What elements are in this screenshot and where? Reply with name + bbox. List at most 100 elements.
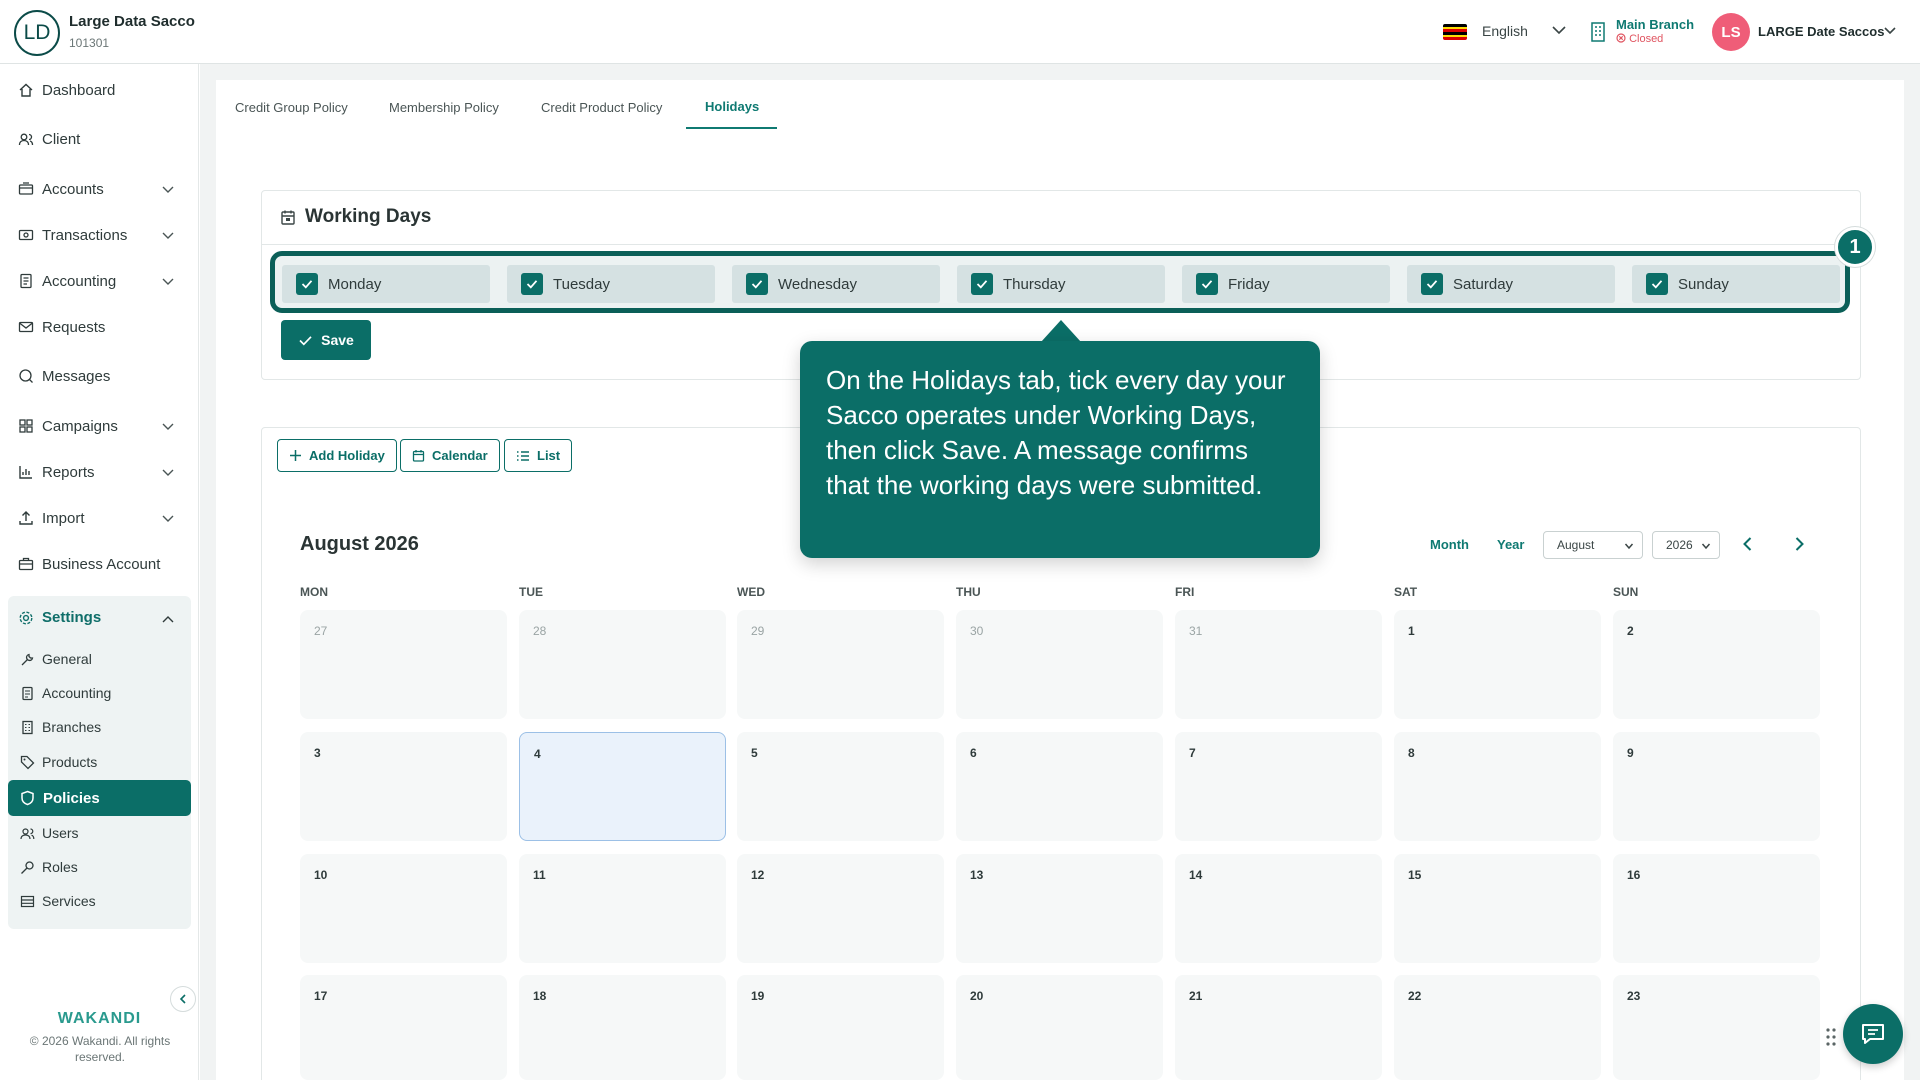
check-icon [299, 335, 312, 346]
add-holiday-label: Add Holiday [309, 448, 385, 463]
calendar-day-cell[interactable]: 8 [1394, 732, 1601, 841]
uganda-flag-icon[interactable] [1443, 24, 1467, 40]
calendar-day-cell[interactable]: 11 [519, 854, 726, 963]
sidebar-item-users[interactable]: Users [20, 823, 79, 843]
sidebar-item-dashboard[interactable]: Dashboard [18, 78, 183, 102]
day-checkbox-sunday[interactable]: Sunday [1632, 265, 1840, 303]
sidebar-item-label: Services [42, 893, 96, 909]
list-view-button[interactable]: List [504, 439, 573, 472]
calendar-day-cell[interactable]: 28 [519, 610, 726, 719]
sidebar-item-settings[interactable]: Settings [18, 609, 183, 626]
day-number: 18 [533, 989, 547, 1003]
calendar-day-cell[interactable]: 9 [1613, 732, 1820, 841]
home-icon [19, 83, 33, 97]
calendar-day-cell[interactable]: 21 [1175, 975, 1382, 1080]
checkbox-checked-icon[interactable] [1421, 273, 1443, 295]
calendar-day-cell[interactable]: 10 [300, 854, 507, 963]
chevron-down-icon [1701, 543, 1711, 550]
calendar-day-cell[interactable]: 12 [737, 854, 944, 963]
sidebar-item-products[interactable]: Products [20, 752, 97, 772]
tab-credit-group-policy[interactable]: Credit Group Policy [235, 100, 348, 115]
calendar-day-cell[interactable]: 13 [956, 854, 1163, 963]
day-checkbox-saturday[interactable]: Saturday [1407, 265, 1615, 303]
previous-month-icon[interactable] [1738, 534, 1758, 554]
calendar-day-cell[interactable]: 22 [1394, 975, 1601, 1080]
day-checkbox-friday[interactable]: Friday [1182, 265, 1390, 303]
tab-credit-product-policy[interactable]: Credit Product Policy [541, 100, 662, 115]
calendar-day-cell[interactable]: 3 [300, 732, 507, 841]
sidebar-item-transactions[interactable]: Transactions [18, 223, 183, 247]
tab-holidays[interactable]: Holidays [705, 99, 759, 114]
users-icon [18, 133, 34, 146]
calendar-day-cell[interactable]: 23 [1613, 975, 1820, 1080]
day-checkbox-thursday[interactable]: Thursday [957, 265, 1165, 303]
sidebar-item-campaigns[interactable]: Campaigns [18, 414, 183, 438]
next-month-icon[interactable] [1789, 534, 1809, 554]
sidebar-item-messages[interactable]: Messages [18, 364, 183, 388]
calendar-view-button[interactable]: Calendar [400, 439, 500, 472]
calendar-day-cell[interactable]: 29 [737, 610, 944, 719]
chevron-down-icon[interactable] [1550, 21, 1568, 39]
day-checkbox-tuesday[interactable]: Tuesday [507, 265, 715, 303]
calendar-day-cell[interactable]: 18 [519, 975, 726, 1080]
sidebar-collapse-button[interactable] [170, 986, 196, 1012]
weekday-header: MON [300, 585, 328, 599]
save-button[interactable]: Save [281, 320, 371, 360]
sidebar-item-settings-accounting[interactable]: Accounting [20, 683, 111, 703]
sidebar-item-import[interactable]: Import [18, 506, 183, 530]
year-select[interactable]: 2026 [1652, 531, 1720, 559]
calendar-day-cell[interactable]: 1 [1394, 610, 1601, 719]
checkbox-checked-icon[interactable] [1646, 273, 1668, 295]
year-view-link[interactable]: Year [1497, 537, 1524, 552]
calendar-day-cell[interactable]: 27 [300, 610, 507, 719]
checkbox-checked-icon[interactable] [521, 273, 543, 295]
tab-membership-policy[interactable]: Membership Policy [389, 100, 499, 115]
sidebar-item-roles[interactable]: Roles [20, 857, 78, 877]
user-avatar[interactable]: LS [1712, 13, 1750, 51]
calendar-day-cell[interactable]: 6 [956, 732, 1163, 841]
sidebar-item-accounting[interactable]: Accounting [18, 269, 183, 293]
checkbox-checked-icon[interactable] [296, 273, 318, 295]
day-checkbox-wednesday[interactable]: Wednesday [732, 265, 940, 303]
day-number: 13 [970, 868, 984, 882]
chevron-down-icon[interactable] [1882, 22, 1898, 38]
wrench-icon [21, 653, 34, 665]
calendar-day-cell[interactable]: 15 [1394, 854, 1601, 963]
calendar-day-cell[interactable]: 20 [956, 975, 1163, 1080]
sidebar-item-requests[interactable]: Requests [18, 315, 183, 339]
sidebar-item-general[interactable]: General [20, 649, 92, 669]
language-selector[interactable]: English [1482, 23, 1528, 39]
calendar-day-cell[interactable]: 30 [956, 610, 1163, 719]
sidebar-item-branches[interactable]: Branches [20, 717, 101, 737]
add-holiday-button[interactable]: Add Holiday [277, 439, 397, 472]
sidebar-item-client[interactable]: Client [18, 127, 183, 151]
year-select-value: 2026 [1666, 538, 1693, 552]
branch-name[interactable]: Main Branch [1616, 17, 1694, 32]
drag-handle-icon[interactable] [1825, 1027, 1837, 1047]
sidebar-item-accounts[interactable]: Accounts [18, 177, 183, 201]
day-checkbox-monday[interactable]: Monday [282, 265, 490, 303]
day-number: 5 [751, 746, 758, 760]
calendar-day-cell[interactable]: 2 [1613, 610, 1820, 719]
calendar-day-cell-today[interactable]: 4 [519, 732, 726, 841]
sidebar-item-label: Users [42, 825, 79, 841]
calendar-day-cell[interactable]: 5 [737, 732, 944, 841]
calendar-day-cell[interactable]: 16 [1613, 854, 1820, 963]
sidebar-item-business-account[interactable]: Business Account [18, 552, 183, 576]
calendar-day-cell[interactable]: 7 [1175, 732, 1382, 841]
month-view-link[interactable]: Month [1430, 537, 1469, 552]
calendar-day-cell[interactable]: 19 [737, 975, 944, 1080]
sidebar-item-services[interactable]: Services [20, 891, 96, 911]
calendar-day-cell[interactable]: 14 [1175, 854, 1382, 963]
sidebar-item-policies[interactable]: Policies [8, 780, 191, 816]
checkbox-checked-icon[interactable] [746, 273, 768, 295]
checkbox-checked-icon[interactable] [971, 273, 993, 295]
sidebar-item-reports[interactable]: Reports [18, 460, 183, 484]
wakandi-logo: WAKANDI [57, 1010, 142, 1027]
chat-support-button[interactable] [1843, 1004, 1903, 1064]
checkbox-checked-icon[interactable] [1196, 273, 1218, 295]
user-name[interactable]: LARGE Date Saccos [1758, 24, 1884, 39]
calendar-day-cell[interactable]: 17 [300, 975, 507, 1080]
calendar-day-cell[interactable]: 31 [1175, 610, 1382, 719]
month-select[interactable]: August [1543, 531, 1643, 559]
